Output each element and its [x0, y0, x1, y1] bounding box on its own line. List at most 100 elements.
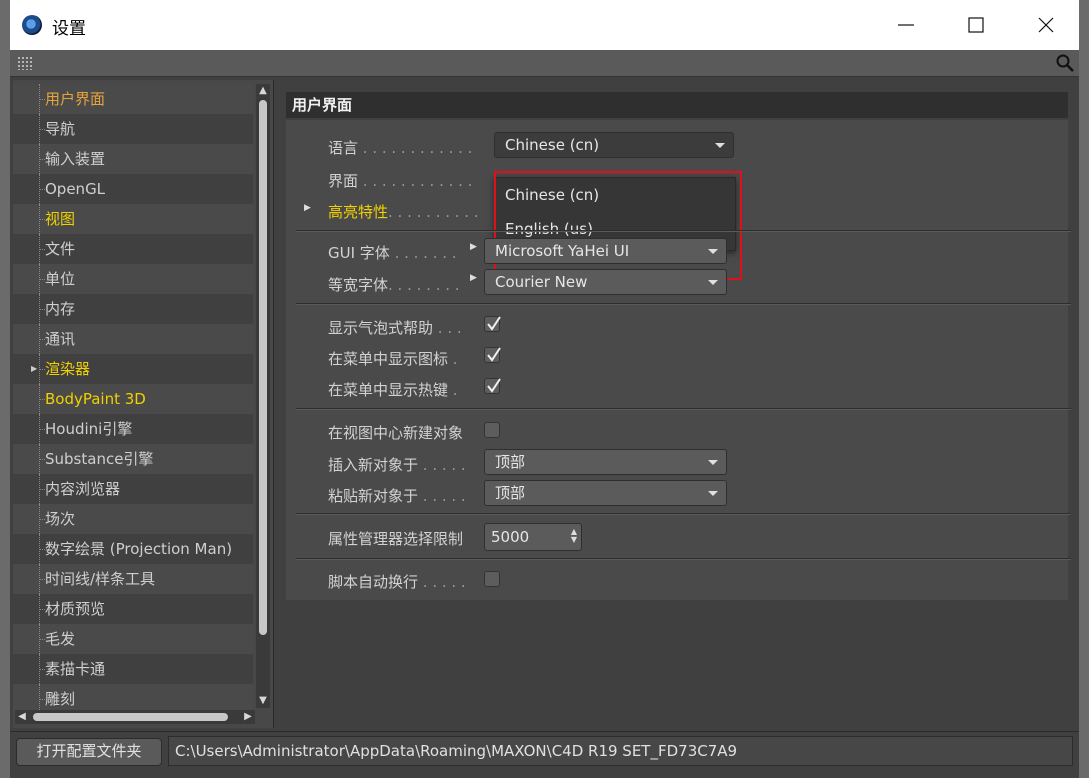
expand-arrow-icon[interactable]: ▶ — [31, 354, 37, 384]
sidebar-item[interactable]: 内存 — [13, 294, 253, 324]
minimize-icon — [898, 24, 914, 26]
search-icon[interactable] — [1055, 53, 1075, 73]
settings-window: 设置 用户界面 导航 输入装置 OpenGL 视图 文件 单位 内存 通讯 ▶ 渲染器 BodyPai… — [10, 0, 1079, 778]
new-object-center-checkbox[interactable] — [484, 422, 500, 438]
sidebar-item-label: 单位 — [45, 270, 76, 288]
mono-font-value: Courier New — [495, 273, 588, 291]
paste-new-value: 顶部 — [495, 484, 526, 502]
category-sidebar: 用户界面 导航 输入装置 OpenGL 视图 文件 单位 内存 通讯 ▶ 渲染器 BodyPaint … — [13, 80, 274, 728]
settings-form: 语言 . . . . . . . . . . . . Chinese (cn) … — [286, 120, 1071, 600]
bubble-help-checkbox[interactable] — [484, 316, 501, 332]
scroll-right-icon[interactable]: ▶ — [241, 710, 255, 724]
expand-arrow-icon[interactable]: ▶ — [470, 273, 477, 283]
sidebar-item-label: OpenGL — [45, 180, 106, 198]
sidebar-horizontal-scrollbar[interactable]: ◀ ▶ — [15, 710, 255, 724]
divider — [296, 408, 1071, 410]
sidebar-item[interactable]: 单位 — [13, 264, 253, 294]
sidebar-item-label: BodyPaint 3D — [45, 390, 146, 408]
paste-new-label: 粘贴新对象于 . . . . . — [328, 487, 466, 505]
sidebar-item[interactable]: BodyPaint 3D — [13, 384, 253, 414]
sidebar-item[interactable]: 毛发 — [13, 624, 253, 654]
gui-font-dropdown[interactable]: Microsoft YaHei UI — [484, 238, 727, 264]
title-bar: 设置 — [10, 0, 1079, 50]
sidebar-item[interactable]: 文件 — [13, 234, 253, 264]
close-icon — [1038, 17, 1054, 33]
sidebar-item[interactable]: 内容浏览器 — [13, 474, 253, 504]
sidebar-item[interactable]: 素描卡通 — [13, 654, 253, 684]
sidebar-item[interactable]: 材质预览 — [13, 594, 253, 624]
script-wrap-checkbox[interactable] — [484, 571, 500, 587]
gui-font-label: GUI 字体 . . . . . . . — [328, 244, 457, 262]
section-title: 用户界面 — [286, 92, 1068, 118]
divider — [296, 558, 1071, 560]
sidebar-item[interactable]: Substance引擎 — [13, 444, 253, 474]
horizontal-scroll-thumb[interactable] — [33, 713, 228, 721]
attr-limit-label: 属性管理器选择限制 — [328, 530, 464, 548]
sidebar-item[interactable]: 场次 — [13, 504, 253, 534]
sidebar-vertical-scrollbar[interactable]: ▲ ▼ — [256, 84, 270, 708]
sidebar-item-label: Houdini引擎 — [45, 420, 133, 438]
sidebar-item[interactable]: Houdini引擎 — [13, 414, 253, 444]
scroll-left-icon[interactable]: ◀ — [15, 710, 29, 724]
expand-arrow-icon[interactable]: ▶ — [470, 242, 477, 252]
toolbar — [10, 50, 1079, 77]
sidebar-item[interactable]: 数字绘景 (Projection Man) — [13, 534, 253, 564]
insert-new-dropdown[interactable]: 顶部 — [484, 449, 727, 475]
insert-new-label: 插入新对象于 . . . . . — [328, 456, 466, 474]
open-config-folder-button[interactable]: 打开配置文件夹 — [16, 738, 162, 766]
sidebar-item-label: 雕刻 — [45, 690, 76, 708]
close-button[interactable] — [1011, 0, 1081, 50]
sidebar-item-label: 素描卡通 — [45, 660, 106, 678]
menu-icons-checkbox[interactable] — [484, 347, 501, 363]
bubble-help-label: 显示气泡式帮助 . . . — [328, 319, 462, 337]
category-tree: 用户界面导航输入装置 OpenGL 视图文件单位内存通讯 ▶ 渲染器 BodyPaint … — [13, 84, 253, 712]
expand-arrow-icon[interactable]: ▶ — [304, 203, 311, 213]
sidebar-item-label: 内容浏览器 — [45, 480, 121, 498]
chevron-down-icon — [708, 249, 718, 254]
grip-handle-icon[interactable] — [17, 56, 33, 70]
maximize-icon — [968, 17, 984, 33]
settings-content: 用户界面 语言 . . . . . . . . . . . . Chinese … — [276, 80, 1079, 728]
sidebar-item[interactable]: 用户界面 — [13, 84, 253, 114]
menu-icons-label: 在菜单中显示图标 . — [328, 350, 458, 368]
language-value: Chinese (cn) — [505, 136, 600, 154]
sidebar-item[interactable]: 时间线/样条工具 — [13, 564, 253, 594]
sidebar-item[interactable]: ▶ 渲染器 — [13, 354, 253, 384]
sidebar-item-label: 数字绘景 (Projection Man) — [45, 540, 233, 558]
sidebar-item[interactable]: 导航 — [13, 114, 253, 144]
sidebar-item-label: 材质预览 — [45, 600, 106, 618]
vertical-scroll-thumb[interactable] — [259, 100, 267, 635]
sidebar-item-label: 输入装置 — [45, 150, 106, 168]
sidebar-item[interactable]: 通讯 — [13, 324, 253, 354]
sidebar-item-label: 时间线/样条工具 — [45, 570, 156, 588]
window-title: 设置 — [52, 19, 86, 39]
menu-hotkeys-checkbox[interactable] — [484, 378, 501, 394]
attr-limit-spinner[interactable]: 5000 ▲ ▼ — [484, 523, 582, 551]
sidebar-item-label: 导航 — [45, 120, 76, 138]
spinner-arrows-icon[interactable]: ▲ ▼ — [571, 528, 577, 544]
sidebar-item[interactable]: 雕刻 — [13, 684, 253, 712]
highlight-label[interactable]: 高亮特性. . . . . . . . . . — [328, 201, 479, 222]
mono-font-dropdown[interactable]: Courier New — [484, 269, 727, 295]
language-dropdown[interactable]: Chinese (cn) — [494, 132, 734, 158]
maximize-button[interactable] — [941, 0, 1011, 50]
config-path-field[interactable]: C:\Users\Administrator\AppData\Roaming\M… — [168, 736, 1073, 766]
sidebar-item-label: 场次 — [45, 510, 76, 528]
sidebar-item[interactable]: OpenGL — [13, 174, 253, 204]
script-wrap-label: 脚本自动换行 . . . . . — [328, 573, 466, 591]
chevron-down-icon — [708, 280, 718, 285]
minimize-button[interactable] — [871, 0, 941, 50]
scroll-up-icon[interactable]: ▲ — [256, 84, 270, 98]
language-label: 语言 . . . . . . . . . . . . — [328, 139, 473, 157]
attr-limit-value: 5000 — [491, 528, 530, 546]
sidebar-item[interactable]: 输入装置 — [13, 144, 253, 174]
sidebar-item-label: 渲染器 — [45, 360, 91, 378]
sidebar-item-label: Substance引擎 — [45, 450, 154, 468]
paste-new-dropdown[interactable]: 顶部 — [484, 480, 727, 506]
scroll-down-icon[interactable]: ▼ — [256, 694, 270, 708]
sidebar-item-label: 文件 — [45, 240, 76, 258]
menu-hotkeys-label: 在菜单中显示热键 . — [328, 381, 458, 399]
sidebar-item-label: 毛发 — [45, 630, 76, 648]
sidebar-item-label: 内存 — [45, 300, 76, 318]
sidebar-item[interactable]: 视图 — [13, 204, 253, 234]
